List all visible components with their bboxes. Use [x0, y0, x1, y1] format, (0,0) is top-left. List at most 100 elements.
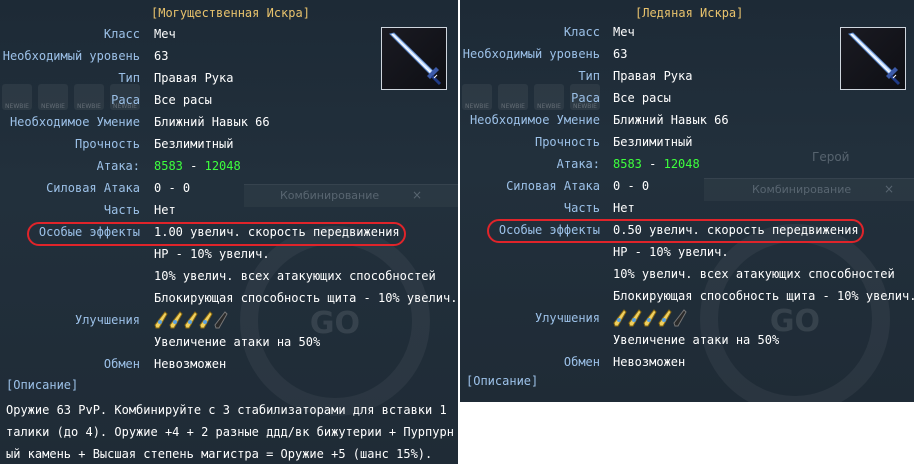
attribute-value: 63 [154, 49, 169, 63]
attack-value: 8583 - 12048 [154, 156, 241, 176]
attribute-label: Обмен [563, 355, 600, 369]
attribute-row: Раса Все расы [0, 90, 458, 110]
description-header: [Описание] [6, 378, 79, 392]
attribute-value: Меч [613, 25, 635, 39]
attribute-value: Ближний Навык 66 [154, 115, 270, 129]
item-title: [Могущественная Искра] [151, 6, 310, 20]
attribute-label: Раса [111, 93, 140, 107]
attribute-value: Все расы [154, 93, 212, 107]
attribute-label: Прочность [534, 135, 600, 149]
talic-filled-icon [169, 311, 183, 329]
upgrade-slots [154, 310, 228, 330]
attribute-value: 1.00 увелич. скорость передвижения [154, 225, 400, 239]
attribute-label: Силовая Атака [46, 181, 140, 195]
talic-filled-icon [658, 309, 672, 327]
attack-min: 8583 [613, 157, 642, 171]
effect-line: 10% увелич. всех атакующих способностей [613, 267, 895, 281]
attribute-row: Обмен Невозможен [460, 352, 914, 372]
attribute-row: Необходимое Умение Ближний Навык 66 [0, 112, 458, 132]
attribute-label: Силовая Атака [506, 179, 600, 193]
attribute-row: Увеличение атаки на 50% [0, 332, 458, 352]
attribute-label: Необходимое Умение [469, 113, 600, 127]
attack-separator: - [649, 157, 657, 171]
attribute-value: Правая Рука [613, 69, 693, 83]
attribute-row: Блокирующая способность щита - 10% увели… [0, 288, 458, 308]
attribute-row: Необходимое Умение Ближний Навык 66 [460, 110, 914, 130]
attribute-value: Невозможен [154, 357, 227, 371]
attribute-row: Тип Правая Рука [0, 68, 458, 88]
effect-line: Блокирующая способность щита - 10% увели… [154, 291, 458, 305]
talic-filled-icon [199, 311, 213, 329]
attribute-row: Увеличение атаки на 50% [460, 330, 914, 350]
attribute-label: Особые эффекты [498, 223, 600, 237]
effect-line: Увеличение атаки на 50% [154, 335, 321, 349]
attack-min: 8583 [154, 159, 183, 173]
attribute-label: Необходимый уровень [462, 47, 600, 61]
attribute-value: 0 - 0 [154, 181, 191, 195]
attribute-value: Ближний Навык 66 [613, 113, 729, 127]
upgrade-slots [613, 308, 687, 328]
attribute-value: Безлимитный [613, 135, 693, 149]
attribute-row: Класс Меч [0, 24, 458, 44]
attribute-label: Тип [578, 69, 600, 83]
attribute-row: Прочность Безлимитный [0, 134, 458, 154]
effect-line: HP - 10% увелич. [154, 247, 270, 261]
effect-line: HP - 10% увелич. [613, 245, 729, 259]
attribute-row: Блокирующая способность щита - 10% увели… [460, 286, 914, 306]
attribute-label: Прочность [74, 137, 140, 151]
attribute-row: Особые эффекты 0.50 увелич. скорость пере… [460, 220, 914, 240]
attribute-label: Раса [571, 91, 600, 105]
attribute-value: Все расы [613, 91, 671, 105]
talic-empty-icon [673, 309, 687, 327]
talic-filled-icon [184, 311, 198, 329]
attribute-label: Обмен [103, 357, 140, 371]
attribute-row: 10% увелич. всех атакующих способностей [460, 264, 914, 284]
talic-filled-icon [643, 309, 657, 327]
attribute-row: Раса Все расы [460, 88, 914, 108]
attribute-label: Класс [103, 27, 140, 41]
attribute-label: Необходимое Умение [9, 115, 140, 129]
talic-empty-icon [214, 311, 228, 329]
attribute-row: Обмен Невозможен [0, 354, 458, 374]
description-header: [Описание] [466, 374, 539, 388]
right-tooltip-panel: GO Комбинирование × Герой NEWBIE NEWBIE … [460, 0, 914, 402]
attribute-value: Нет [613, 201, 635, 215]
attribute-label: Класс [563, 25, 600, 39]
effect-line: Блокирующая способность щита - 10% увели… [613, 289, 914, 303]
attribute-value: Невозможен [613, 355, 686, 369]
attribute-row: Улучшения [460, 308, 914, 328]
effect-line: 10% увелич. всех атакующих способностей [154, 269, 436, 283]
attribute-row: Особые эффекты 1.00 увелич. скорость пере… [0, 222, 458, 242]
description-text: Оружие 63 PvP. Комбинируйте с 3 стабилиз… [6, 403, 454, 461]
attribute-row: Необходимый уровень 63 [460, 44, 914, 64]
attribute-label: Часть [103, 203, 140, 217]
attribute-label: Часть [563, 201, 600, 215]
effect-line: Увеличение атаки на 50% [613, 333, 780, 347]
attack-max: 12048 [663, 157, 700, 171]
attribute-row: Прочность Безлимитный [460, 132, 914, 152]
attribute-value: 0 - 0 [613, 179, 650, 193]
talic-filled-icon [628, 309, 642, 327]
attribute-label: Атака: [556, 157, 600, 171]
talic-filled-icon [613, 309, 627, 327]
attack-max: 12048 [204, 159, 241, 173]
item-title: [Ледяная Искра] [635, 6, 744, 20]
attribute-row: Атака: 8583 - 12048 [0, 156, 458, 176]
attribute-label: Необходимый уровень [2, 49, 140, 63]
attribute-value: 0.50 увелич. скорость передвижения [613, 223, 859, 237]
left-tooltip-panel: GO Комбинирование × NEWBIE NEWBIE NEWBIE… [0, 0, 458, 464]
attack-separator: - [190, 159, 198, 173]
attribute-label: Атака: [96, 159, 140, 173]
attribute-row: Атака: 8583 - 12048 [460, 154, 914, 174]
attribute-row: Класс Меч [460, 22, 914, 42]
attribute-label: Особые эффекты [38, 225, 140, 239]
attribute-value: Безлимитный [154, 137, 234, 151]
attribute-label: Улучшения [74, 313, 140, 327]
attribute-label: Улучшения [534, 311, 600, 325]
attribute-label: Тип [118, 71, 140, 85]
attribute-row: HP - 10% увелич. [460, 242, 914, 262]
talic-filled-icon [154, 311, 168, 329]
attribute-row: Тип Правая Рука [460, 66, 914, 86]
attribute-value: Меч [154, 27, 176, 41]
attribute-row: Часть Нет [0, 200, 458, 220]
